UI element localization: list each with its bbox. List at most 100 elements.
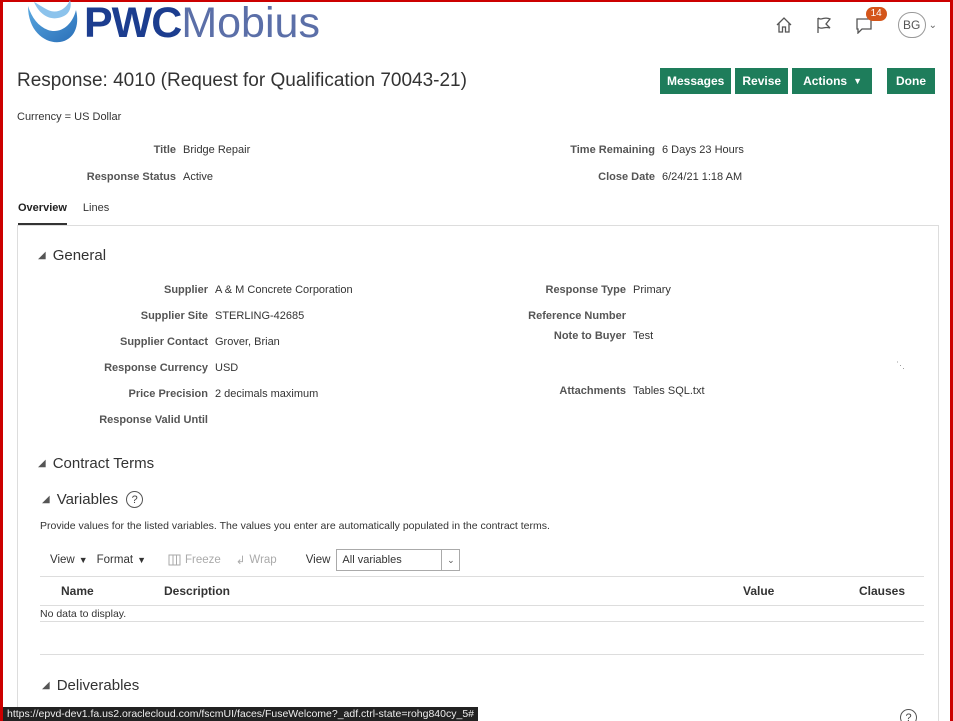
wrap-icon: ↲ — [235, 555, 246, 567]
page-toolbar: Messages Revise Actions ▼ Done — [659, 68, 935, 94]
brand-logo[interactable]: PWCMobius — [24, 0, 320, 48]
summary-title-value: Bridge Repair — [183, 144, 251, 156]
chevron-down-icon[interactable]: ⌄ — [929, 20, 937, 31]
variables-heading: Variables — [56, 491, 119, 508]
format-menu-label: Format — [96, 554, 134, 566]
currency-text: Currency = US Dollar — [17, 111, 122, 123]
format-menu[interactable]: Format ▼ — [97, 554, 146, 566]
collapse-arrow-icon: ◢ — [42, 494, 50, 505]
home-icon[interactable] — [764, 10, 804, 40]
reference-number-label: Reference Number — [528, 310, 626, 322]
dropdown-arrow-icon: ▼ — [137, 555, 146, 565]
table-empty-row: No data to display. — [40, 606, 924, 622]
notifications-icon[interactable]: 14 — [844, 7, 887, 40]
deliverables-section-header[interactable]: ◢ Deliverables — [42, 677, 139, 694]
response-currency-label: Response Currency — [104, 362, 208, 374]
summary-time-label: Time Remaining — [570, 144, 655, 156]
collapse-arrow-icon: ◢ — [42, 680, 50, 691]
price-precision-label: Price Precision — [128, 388, 209, 400]
summary-close-label: Close Date — [598, 171, 655, 183]
summary-close-field: Close Date 6/24/21 1:18 AM — [440, 171, 742, 183]
collapse-arrow-icon: ◢ — [38, 250, 46, 261]
supplier-contact-value: Grover, Brian — [215, 336, 280, 348]
summary-status-value: Active — [183, 171, 213, 183]
wrap-button[interactable]: ↲ Wrap — [236, 553, 277, 567]
variables-description: Provide values for the listed variables.… — [40, 520, 550, 532]
dropdown-arrow-icon: ▼ — [78, 555, 88, 565]
freeze-icon — [168, 554, 181, 566]
section-divider — [40, 654, 924, 655]
supplier-contact-label: Supplier Contact — [119, 336, 208, 348]
empty-message: No data to display. — [40, 607, 127, 620]
freeze-button[interactable]: Freeze — [168, 554, 221, 566]
response-type-field: Response Type Primary — [400, 284, 671, 296]
view-menu[interactable]: View ▼ — [50, 554, 88, 566]
reference-number-field: Reference Number — [400, 310, 633, 322]
tab-bar: Overview Lines — [18, 202, 109, 225]
page-title: Response: 4010 (Request for Qualificatio… — [17, 70, 467, 91]
user-avatar[interactable]: BG — [897, 12, 926, 38]
brand-bold: PWC — [84, 0, 182, 47]
wrap-label: Wrap — [249, 554, 277, 566]
table-toolbar: View ▼ Format ▼ Freeze ↲ Wrap View All var… — [50, 549, 461, 571]
response-type-label: Response Type — [545, 284, 627, 296]
summary-title-field: Title Bridge Repair — [0, 144, 251, 156]
column-header-description[interactable]: Description — [164, 584, 230, 598]
actions-button[interactable]: Actions ▼ — [792, 68, 872, 94]
variables-table: Name Description Value Clauses No data t… — [40, 576, 924, 622]
column-header-name[interactable]: Name — [61, 584, 94, 598]
view-filter-text: View — [305, 554, 331, 566]
supplier-label: Supplier — [163, 284, 208, 296]
messages-button[interactable]: Messages — [659, 68, 732, 94]
attachments-link[interactable]: Tables SQL.txt — [633, 385, 705, 397]
response-valid-field: Response Valid Until — [0, 414, 215, 426]
chevron-down-icon: ⌄ — [441, 550, 459, 570]
brand-name: PWCMobius — [84, 1, 320, 45]
tab-overview[interactable]: Overview — [18, 202, 67, 225]
supplier-value: A & M Concrete Corporation — [215, 284, 353, 296]
summary-time-field: Time Remaining 6 Days 23 Hours — [440, 144, 744, 156]
attachments-label: Attachments — [559, 385, 626, 397]
column-header-value[interactable]: Value — [743, 584, 774, 598]
toolbar-separator — [161, 553, 162, 567]
tab-lines[interactable]: Lines — [83, 202, 109, 225]
dropdown-arrow-icon: ▼ — [853, 76, 862, 86]
actions-label: Actions — [803, 74, 848, 88]
view-filter-label: View — [306, 554, 331, 566]
variables-filter-select[interactable]: All variables ⌄ — [336, 549, 461, 571]
summary-close-value: 6/24/21 1:18 AM — [662, 171, 743, 183]
response-currency-value: USD — [215, 362, 239, 374]
summary-status-label: Response Status — [86, 171, 176, 183]
collapse-arrow-icon: ◢ — [38, 458, 46, 469]
help-icon[interactable]: ? — [900, 709, 917, 721]
variables-section-header[interactable]: ◢ Variables ? — [42, 491, 144, 508]
response-valid-label: Response Valid Until — [99, 414, 208, 426]
revise-button[interactable]: Revise — [735, 68, 789, 94]
supplier-site-label: Supplier Site — [140, 310, 208, 322]
note-to-buyer-label: Note to Buyer — [553, 330, 626, 342]
supplier-site-value: STERLING-42685 — [215, 310, 305, 322]
freeze-label: Freeze — [184, 554, 221, 566]
general-section-header[interactable]: ◢ General — [38, 247, 106, 264]
flag-icon[interactable] — [804, 10, 844, 40]
general-heading: General — [52, 247, 107, 264]
column-header-clauses[interactable]: Clauses — [859, 584, 905, 598]
summary-time-value: 6 Days 23 Hours — [662, 144, 744, 156]
resize-handle-icon[interactable]: ⋱ — [896, 360, 905, 371]
logo-icon — [24, 0, 82, 46]
help-icon[interactable]: ? — [126, 491, 144, 508]
note-to-buyer-value[interactable]: Test — [633, 330, 653, 342]
summary-title-label: Title — [153, 144, 176, 156]
contract-terms-section-header[interactable]: ◢ Contract Terms — [38, 455, 154, 472]
price-precision-value: 2 decimals maximum — [215, 388, 319, 400]
response-currency-field: Response Currency USD — [0, 362, 238, 374]
supplier-field: Supplier A & M Concrete Corporation — [0, 284, 353, 296]
response-type-value: Primary — [633, 284, 671, 296]
header-actions: 14 BG ⌄ — [764, 7, 937, 40]
supplier-contact-field: Supplier Contact Grover, Brian — [0, 336, 280, 348]
done-button[interactable]: Done — [887, 68, 935, 94]
note-to-buyer-field: Note to Buyer Test — [400, 330, 653, 342]
table-header-row: Name Description Value Clauses — [40, 576, 924, 606]
overview-panel — [17, 226, 939, 721]
notifications-badge: 14 — [865, 7, 887, 21]
